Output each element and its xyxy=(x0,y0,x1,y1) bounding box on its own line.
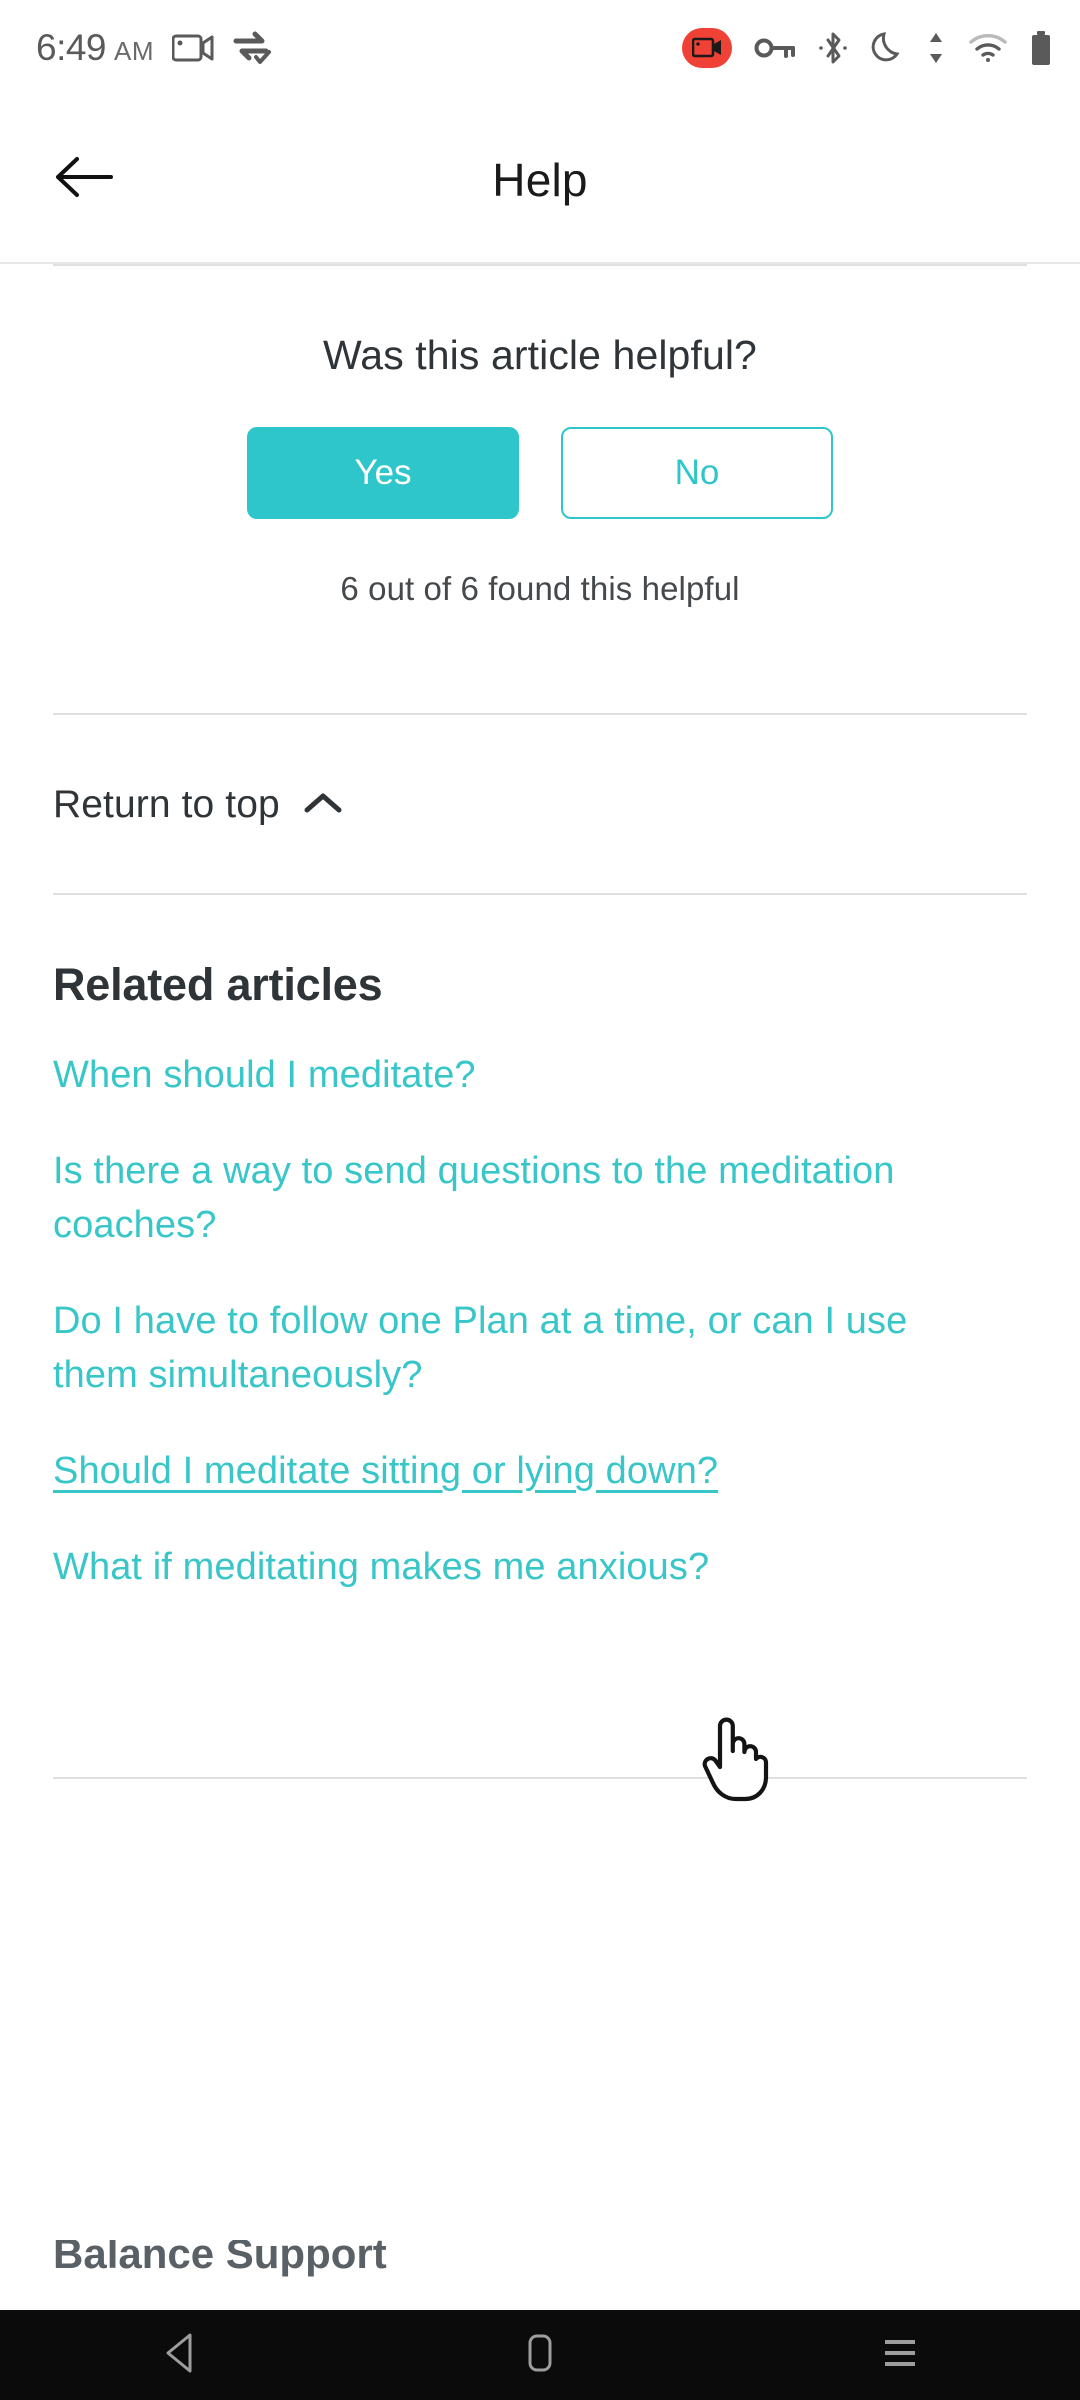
related-articles-heading: Related articles xyxy=(53,959,383,1010)
triangle-back-icon xyxy=(160,2331,200,2380)
arrow-left-icon xyxy=(53,153,115,206)
screen-record-active-badge-icon xyxy=(682,28,732,68)
list-item[interactable]: What if meditating makes me anxious? xyxy=(53,1541,988,1595)
hamburger-recents-icon xyxy=(879,2333,921,2378)
related-articles-list: When should I meditate? Is there a way t… xyxy=(53,1049,1027,1595)
vote-yes-button[interactable]: Yes xyxy=(247,427,519,519)
clock-ampm: AM xyxy=(114,36,155,66)
rounded-rect-home-icon xyxy=(525,2331,555,2380)
clock-time: 6:49 xyxy=(36,27,107,68)
app-bar: Help xyxy=(0,96,1080,263)
wifi-icon xyxy=(968,33,1008,63)
return-to-top-label: Return to top xyxy=(53,783,280,826)
list-item[interactable]: Do I have to follow one Plan at a time, … xyxy=(53,1295,988,1403)
status-bar-left: 6:49 AM xyxy=(36,27,272,69)
divider-above-footer xyxy=(53,1776,1027,1779)
article-vote-block: Was this article helpful? Yes No 6 out o… xyxy=(0,266,1080,608)
screen-record-icon xyxy=(172,33,214,63)
footer-brand-label: Balance Support xyxy=(53,2240,387,2277)
vpn-key-icon xyxy=(754,35,796,61)
related-articles-section: Related articles When should I meditate?… xyxy=(0,895,1080,1595)
phone-screen: 6:49 AM Help Was this article helpful? Y… xyxy=(0,0,1080,2400)
chevron-up-icon xyxy=(302,790,344,821)
do-not-disturb-moon-icon xyxy=(870,30,904,66)
return-to-top-button[interactable]: Return to top xyxy=(0,715,1080,893)
footer-brand-peek: Balance Support xyxy=(53,2240,853,2300)
vote-no-button[interactable]: No xyxy=(561,427,833,519)
nav-recents-button[interactable] xyxy=(840,2310,960,2400)
android-navigation-bar xyxy=(0,2310,1080,2400)
list-item[interactable]: Should I meditate sitting or lying down? xyxy=(53,1445,988,1499)
list-item[interactable]: Is there a way to send questions to the … xyxy=(53,1145,988,1253)
status-bar: 6:49 AM xyxy=(0,0,1080,96)
nav-home-button[interactable] xyxy=(480,2310,600,2400)
article-footer-content: Was this article helpful? Yes No 6 out o… xyxy=(0,264,1080,1779)
page-title: Help xyxy=(492,153,588,206)
vote-button-row: Yes No xyxy=(0,427,1080,519)
bluetooth-icon xyxy=(818,31,848,65)
vote-count-text: 6 out of 6 found this helpful xyxy=(340,570,740,607)
data-saver-check-icon xyxy=(232,31,272,65)
status-bar-right xyxy=(682,28,1052,68)
status-bar-clock: 6:49 AM xyxy=(36,27,154,69)
data-transfer-arrows-icon xyxy=(926,31,946,65)
vote-question: Was this article helpful? xyxy=(323,332,757,378)
battery-icon xyxy=(1030,30,1052,66)
list-item[interactable]: When should I meditate? xyxy=(53,1049,988,1103)
nav-back-button[interactable] xyxy=(120,2310,240,2400)
back-button[interactable] xyxy=(48,144,120,216)
